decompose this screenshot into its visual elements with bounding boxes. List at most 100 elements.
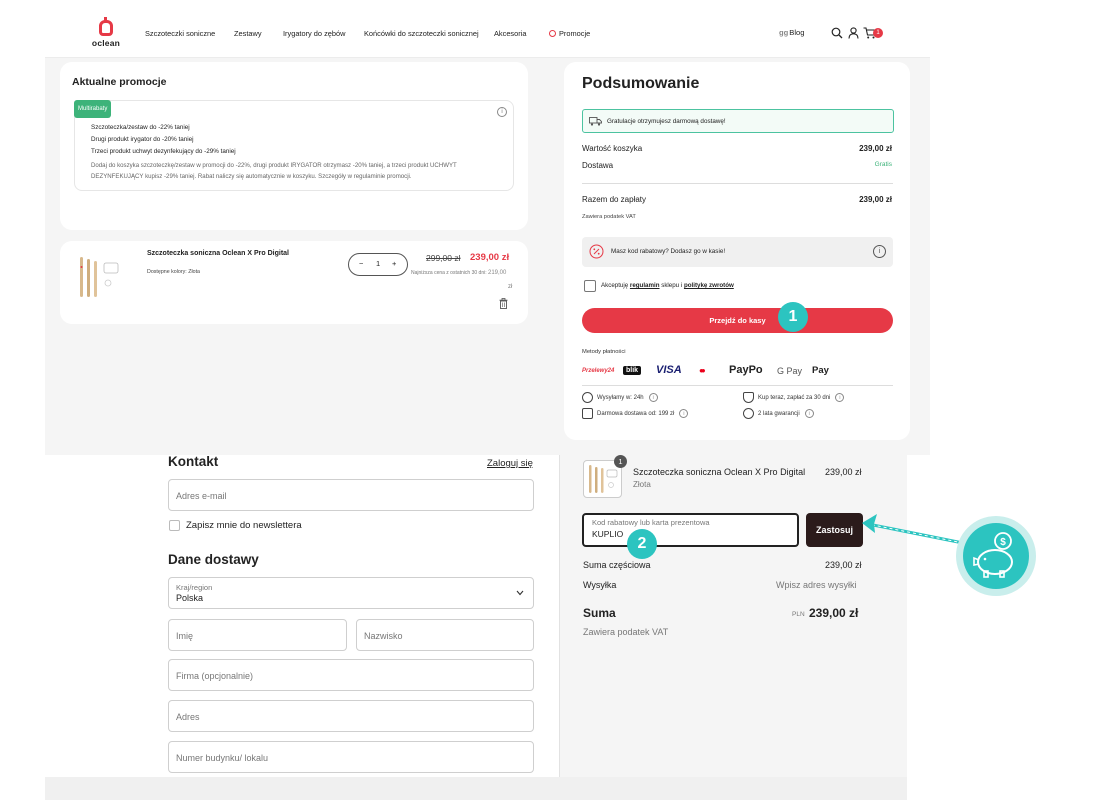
google-pay-logo: G Pay [777, 366, 803, 376]
product-image [75, 253, 123, 301]
info-icon[interactable]: i [873, 245, 886, 258]
nav-item-sets[interactable]: Zestawy [234, 29, 262, 38]
free-shipping-text: Gratulacje otrzymujesz darmową dostawę! [607, 118, 726, 125]
promotions-title: Aktualne promocje [72, 76, 167, 88]
trash-icon[interactable] [499, 298, 508, 309]
qty-value[interactable]: 1 [376, 259, 380, 268]
delivery-title: Dane dostawy [168, 552, 259, 567]
old-price: 299,00 zł [426, 253, 461, 263]
accept-mid: sklepu i [661, 282, 683, 289]
last-name-placeholder: Nazwisko [364, 631, 403, 641]
promo-description: Dodaj do koszyka szczoteczkę/zestaw w pr… [91, 162, 457, 180]
qty-plus-button[interactable]: + [392, 259, 396, 268]
returns-link[interactable]: politykę zwrotów [684, 282, 734, 289]
order-product-variant: Złota [633, 480, 651, 489]
pay-later-text: Kup teraz, zapłać za 30 dni [758, 395, 831, 402]
newsletter-checkbox[interactable] [169, 520, 180, 531]
cart-value-label: Wartość koszyka [582, 144, 643, 153]
shipping-time-text: Wysyłamy w: 24h [597, 395, 644, 402]
oclean-logo[interactable]: oclean [91, 17, 121, 48]
blog-link[interactable]: ggBlog [779, 28, 804, 37]
quantity-stepper: − 1 + [348, 253, 408, 276]
visa-logo: VISA [656, 364, 682, 376]
promo-line-brush: Szczoteczka/zestaw do -22% taniej [91, 124, 190, 131]
nav-item-irrigators[interactable]: Irygatory do zębów [283, 29, 345, 38]
info-icon[interactable]: i [679, 409, 689, 418]
new-price: 239,00 zł [470, 252, 510, 263]
info-shipping-time: Wysyłamy w: 24h i [582, 392, 658, 403]
info-icon[interactable]: i [648, 393, 658, 402]
order-total-currency: PLN [792, 611, 805, 618]
mastercard-logo: ●● [699, 366, 705, 375]
terms-label: Akceptuję regulamin sklepu i politykę zw… [601, 282, 734, 289]
clock-icon [582, 392, 593, 403]
oclean-logo-icon [99, 17, 113, 36]
chevron-down-icon [516, 590, 524, 596]
product-title[interactable]: Szczoteczka soniczna Oclean X Pro Digita… [147, 250, 289, 257]
cart-page-screenshot: oclean Szczoteczki soniczne Zestawy Iryg… [45, 12, 930, 455]
truck-icon [589, 117, 602, 126]
country-label: Kraj/region [176, 583, 213, 592]
lowest-price-value: 219,00 [488, 270, 507, 276]
qty-minus-button[interactable]: − [359, 259, 363, 268]
order-product-price: 239,00 zł [825, 467, 862, 477]
promo-line-holder: Trzeci produkt uchwyt dezynfekujący do -… [91, 148, 236, 155]
discount-code-input[interactable]: Kod rabatowy lub karta prezentowa KUPLIO [582, 513, 799, 547]
country-value: Polska [176, 593, 204, 603]
lowest-price-note: Najniższa cena z ostatnich 30 dni: 219,0… [411, 270, 506, 276]
paypo-logo: PayPo [729, 364, 763, 376]
search-icon[interactable] [831, 27, 843, 39]
nav-item-sonic-brushes[interactable]: Szczoteczki soniczne [145, 29, 215, 38]
piggy-bank-icon: $ [956, 516, 1036, 596]
delivery-value: Gratis [874, 161, 892, 168]
lowest-price-currency: zł [508, 284, 513, 290]
truck-icon [582, 408, 593, 419]
info-warranty: 2 lata gwarancji i [743, 408, 814, 419]
coupon-hint: Masz kod rabatowy? Dodasz go w kasie! i [582, 237, 893, 267]
total-label: Razem do zapłaty [582, 195, 647, 204]
discount-icon [589, 244, 604, 259]
address-field[interactable]: Adres [168, 700, 534, 732]
email-placeholder: Adres e-mail [176, 491, 227, 501]
promo-icon [549, 30, 556, 37]
free-shipping-banner: Gratulacje otrzymujesz darmową dostawę! [582, 109, 894, 133]
login-link[interactable]: Zaloguj się [487, 458, 533, 469]
divider [582, 385, 893, 386]
multirabaty-badge: Multirabaty [74, 100, 112, 118]
discount-code-value: KUPLIO [592, 529, 624, 539]
order-total-value: 239,00 zł [809, 606, 859, 620]
nav-item-accessories[interactable]: Akcesoria [494, 29, 526, 38]
logo-text: oclean [91, 38, 121, 48]
order-total-label: Suma [583, 606, 616, 620]
shield-icon [743, 392, 754, 403]
order-vat-note: Zawiera podatek VAT [583, 627, 669, 637]
country-select[interactable]: Kraj/region Polska [168, 577, 534, 609]
info-icon[interactable]: i [804, 409, 814, 418]
contact-title: Kontakt [168, 455, 219, 469]
nav-item-promotions[interactable]: Promocje [549, 29, 590, 38]
coupon-hint-text: Masz kod rabatowy? Dodasz go w kasie! [611, 248, 726, 255]
last-name-field[interactable]: Nazwisko [356, 619, 534, 651]
payments-label: Metody płatności [582, 349, 626, 355]
terms-link[interactable]: regulamin [630, 282, 660, 289]
email-field[interactable]: Adres e-mail [168, 479, 534, 511]
product-color: Dostępne kolory: Złota [147, 269, 200, 275]
company-field[interactable]: Firma (opcjonalnie) [168, 659, 534, 691]
checkout-button[interactable]: Przejdź do kasy [582, 308, 893, 333]
user-icon[interactable] [848, 27, 859, 39]
first-name-field[interactable]: Imię [168, 619, 347, 651]
blog-mark: gg [779, 28, 789, 37]
terms-checkbox[interactable] [584, 280, 596, 292]
step-marker-2: 2 [627, 529, 657, 559]
free-delivery-text: Darmowa dostawa od: 199 zł [597, 411, 675, 418]
info-icon[interactable]: i [835, 393, 845, 402]
blik-logo: blik [623, 366, 642, 375]
order-summary-panel: 1 Szczoteczka soniczna Oclean X Pro Digi… [559, 455, 907, 777]
info-icon[interactable]: i [497, 107, 507, 117]
quantity-badge: 1 [614, 455, 627, 468]
newsletter-label: Zapisz mnie do newslettera [186, 520, 302, 531]
discount-code-label: Kod rabatowy lub karta prezentowa [592, 518, 710, 527]
building-number-field[interactable]: Numer budynku/ lokalu [168, 741, 534, 773]
svg-text:$: $ [1000, 537, 1006, 548]
nav-item-brush-heads[interactable]: Końcówki do szczoteczki sonicznej [364, 29, 479, 38]
